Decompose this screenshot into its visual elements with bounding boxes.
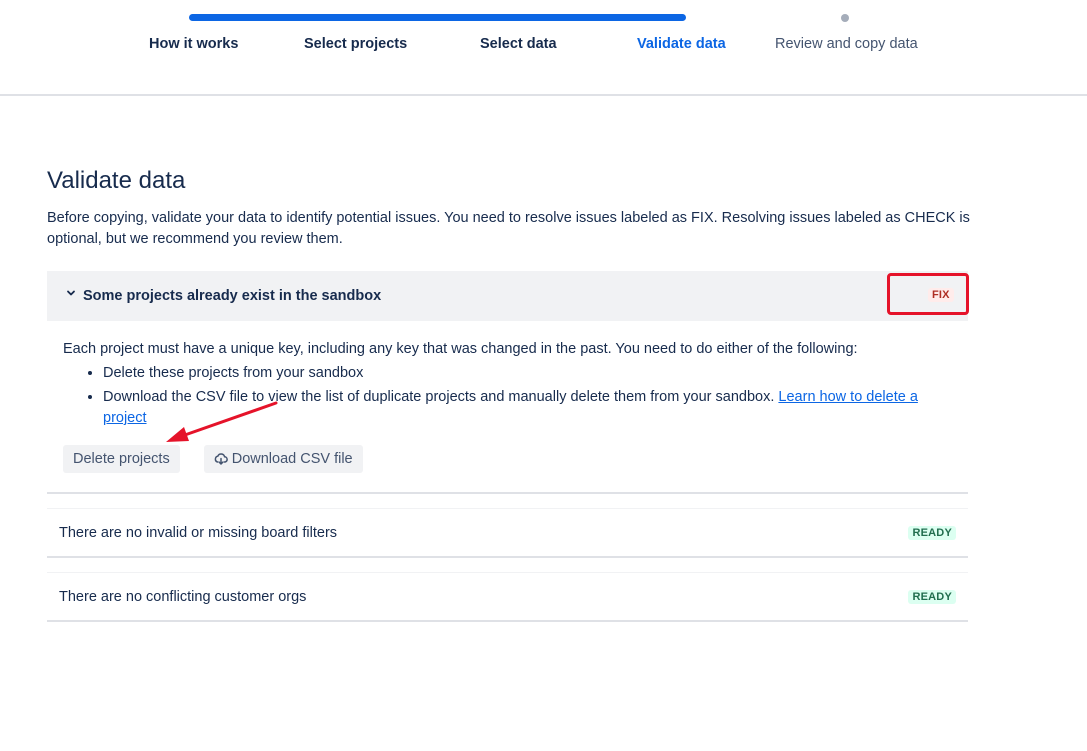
- check-description: Each project must have a unique key, inc…: [63, 341, 858, 357]
- download-csv-label: Download CSV file: [231, 451, 353, 467]
- check-title: Some projects already exist in the sandb…: [83, 288, 382, 304]
- upcoming-step-dot: [841, 14, 849, 22]
- check-panel-customer-orgs: There are no conflicting customer orgs R…: [47, 572, 968, 622]
- status-badge-ready: READY: [908, 590, 956, 604]
- annotation-arrow-icon: [166, 401, 278, 442]
- check-panel-projects: Some projects already exist in the sandb…: [47, 271, 969, 494]
- check-panel-header[interactable]: Some projects already exist in the sandb…: [47, 271, 969, 321]
- action-buttons: Delete projects Download CSV file: [63, 445, 363, 473]
- delete-projects-label: Delete projects: [73, 451, 170, 467]
- list-item: Delete these projects from your sandbox: [103, 363, 952, 384]
- progress-bar: [189, 14, 686, 21]
- status-badge-ready: READY: [908, 526, 956, 540]
- check-title: There are no conflicting customer orgs: [59, 589, 307, 605]
- status-badge-fix: FIX: [928, 288, 954, 302]
- page-intro: Before copying, validate your data to id…: [47, 210, 970, 247]
- page-title: Validate data: [47, 167, 186, 194]
- chevron-down-icon[interactable]: [66, 288, 76, 298]
- delete-projects-button[interactable]: Delete projects: [63, 445, 180, 473]
- check-title: There are no invalid or missing board fi…: [59, 525, 338, 541]
- step-select-data: Select data: [480, 36, 557, 52]
- download-csv-button[interactable]: Download CSV file: [203, 445, 363, 473]
- step-review-and-copy: Review and copy data: [775, 36, 918, 52]
- step-validate-data: Validate data: [637, 36, 726, 52]
- progress-stepper: How it works Select projects Select data…: [0, 0, 1087, 96]
- check-panel-board-filters: There are no invalid or missing board fi…: [47, 508, 968, 558]
- cloud-download-icon: [214, 452, 228, 466]
- step-select-projects: Select projects: [304, 36, 408, 52]
- step-how-it-works: How it works: [149, 36, 239, 52]
